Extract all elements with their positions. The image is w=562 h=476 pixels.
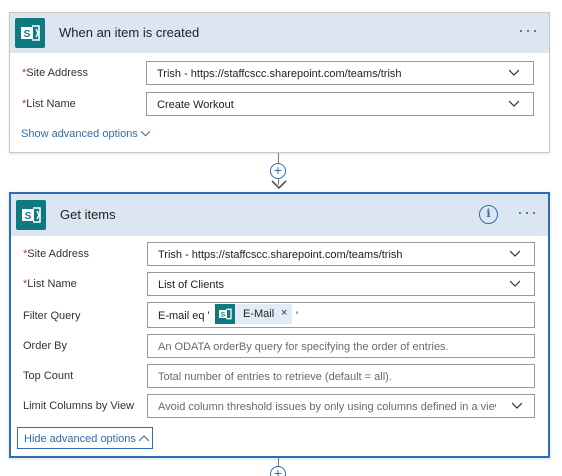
order-by-input[interactable]: An ODATA orderBy query for specifying th…	[147, 334, 535, 358]
more-options-icon[interactable]: ···	[518, 21, 539, 39]
limit-columns-row: Limit Columns by View Avoid column thres…	[11, 394, 548, 418]
top-count-input[interactable]: Total number of entries to retrieve (def…	[147, 364, 535, 388]
chevron-down-icon	[510, 280, 520, 287]
hide-advanced-options-button[interactable]: Hide advanced options	[17, 427, 153, 449]
chevron-down-icon	[509, 100, 519, 107]
site-address-label: *Site Address	[22, 67, 89, 79]
insert-step-plus-icon[interactable]: +	[270, 163, 286, 179]
limit-columns-dropdown[interactable]: Avoid column threshold issues by only us…	[147, 394, 535, 418]
filter-query-input[interactable]: E-mail eq ' S E-Mail × '	[147, 302, 535, 328]
list-name-dropdown[interactable]: Create Workout	[146, 92, 534, 116]
insert-step-plus-icon[interactable]: +	[270, 466, 286, 476]
site-address-row: *Site Address Trish - https://staffcscc.…	[11, 242, 548, 266]
list-name-value: List of Clients	[158, 279, 225, 291]
get-items-card: S Get items i ··· *Site Address Trish - …	[9, 192, 550, 458]
chevron-down-icon	[140, 130, 151, 137]
email-token-label: E-Mail	[243, 308, 275, 320]
email-token[interactable]: S E-Mail ×	[215, 304, 292, 324]
remove-token-icon[interactable]: ×	[281, 307, 287, 319]
site-address-dropdown[interactable]: Trish - https://staffcscc.sharepoint.com…	[146, 61, 534, 85]
list-name-value: Create Workout	[157, 99, 234, 111]
more-options-icon[interactable]: ···	[517, 203, 538, 221]
sharepoint-icon: S	[215, 304, 235, 324]
dropdown-button[interactable]	[496, 395, 534, 417]
filter-query-label: Filter Query	[23, 310, 81, 322]
chevron-down-icon	[510, 250, 520, 257]
site-address-value: Trish - https://staffcscc.sharepoint.com…	[157, 68, 402, 80]
list-name-dropdown[interactable]: List of Clients	[147, 272, 535, 296]
site-address-value: Trish - https://staffcscc.sharepoint.com…	[158, 249, 403, 261]
show-advanced-options-link[interactable]: Show advanced options	[21, 128, 151, 140]
trigger-title: When an item is created	[59, 25, 200, 40]
arrow-down-icon	[271, 180, 287, 190]
svg-text:S: S	[24, 29, 31, 40]
list-name-row: *List Name Create Workout	[10, 92, 549, 116]
filter-query-prefix: E-mail eq '	[158, 310, 210, 322]
chevron-down-icon	[509, 69, 519, 76]
svg-text:S: S	[25, 211, 32, 222]
sharepoint-icon: S	[16, 200, 46, 230]
site-address-label: *Site Address	[23, 248, 90, 260]
trigger-card: S When an item is created ··· *Site Addr…	[9, 12, 550, 153]
chevron-up-icon	[138, 435, 150, 442]
get-items-title: Get items	[60, 207, 116, 222]
filter-query-suffix: '	[296, 310, 299, 322]
trigger-header[interactable]: S When an item is created ···	[10, 13, 549, 53]
get-items-header[interactable]: S Get items i ···	[11, 194, 548, 236]
svg-text:S: S	[221, 312, 226, 319]
site-address-row: *Site Address Trish - https://staffcscc.…	[10, 61, 549, 85]
sharepoint-icon: S	[15, 18, 45, 48]
top-count-label: Top Count	[23, 370, 74, 382]
limit-columns-label: Limit Columns by View	[23, 400, 135, 412]
order-by-label: Order By	[23, 340, 68, 352]
info-icon[interactable]: i	[479, 205, 498, 224]
chevron-down-icon	[512, 402, 522, 409]
limit-columns-placeholder: Avoid column threshold issues by only us…	[158, 401, 503, 413]
filter-query-row: Filter Query E-mail eq ' S E-Mail × '	[11, 302, 548, 328]
list-name-row: *List Name List of Clients	[11, 272, 548, 296]
top-count-row: Top Count Total number of entries to ret…	[11, 364, 548, 388]
list-name-label: *List Name	[22, 98, 76, 110]
order-by-row: Order By An ODATA orderBy query for spec…	[11, 334, 548, 358]
list-name-label: *List Name	[23, 278, 77, 290]
site-address-dropdown[interactable]: Trish - https://staffcscc.sharepoint.com…	[147, 242, 535, 266]
